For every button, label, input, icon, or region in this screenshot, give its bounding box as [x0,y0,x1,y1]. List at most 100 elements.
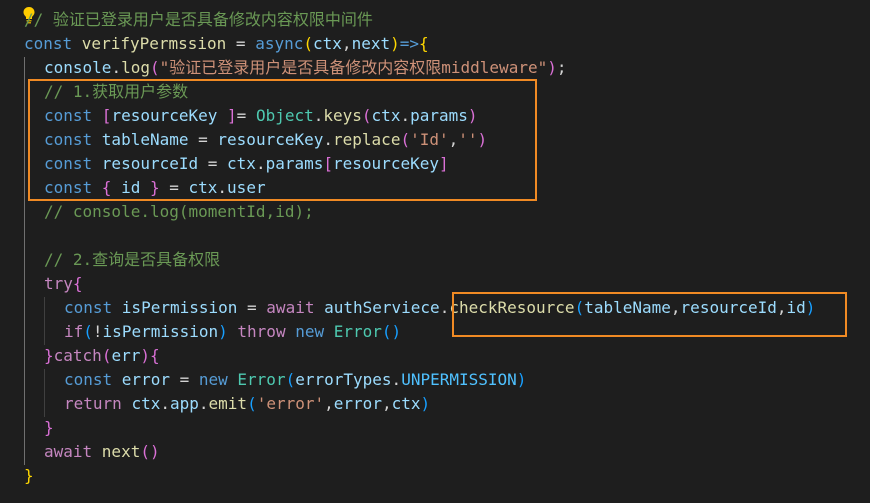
code-token: ) [420,394,431,413]
code-token: err [111,346,141,365]
code-token: = [198,154,228,173]
code-token: ctx [188,178,218,197]
code-line[interactable]: try{ [44,272,83,296]
code-line[interactable]: return ctx.app.emit('error',error,ctx) [64,392,430,416]
code-token: , [324,394,334,413]
code-token: resourceId [680,298,777,317]
code-token: replace [333,130,401,149]
code-line[interactable]: const { id } = ctx.user [44,176,266,200]
code-token: { [101,178,122,197]
code-token: { [419,34,429,53]
code-token: isPermission [121,298,238,317]
code-token: Error [333,322,382,341]
code-line[interactable]: const verifyPermssion = async(ctx,next)=… [24,32,429,56]
code-token: . [439,298,450,317]
code-token: [ [101,106,112,125]
code-line[interactable]: const resourceId = ctx.params[resourceKe… [44,152,449,176]
code-token: ) [218,322,238,341]
code-token: } [44,346,54,365]
code-token: ) [477,130,488,149]
code-token: ) [140,346,150,365]
code-token: // 1.获取用户参数 [44,82,189,101]
code-line[interactable]: if(!isPermission) throw new Error() [64,320,401,344]
code-token: ( [400,130,411,149]
code-token: params [265,154,324,173]
code-token: await [44,442,102,461]
code-token: resourceKey [111,106,218,125]
code-token: throw [237,322,296,341]
code-token: ( [285,370,296,389]
code-token: try [44,274,73,293]
code-token: app [169,394,199,413]
code-token: tableName [584,298,671,317]
code-token: console [44,58,112,77]
code-token: return [64,394,132,413]
code-token: ; [556,58,567,77]
code-token: = [237,298,267,317]
code-token: 'error' [256,394,325,413]
code-editor[interactable]: // 验证已登录用户是否具备修改内容权限中间件 const verifyPerms… [0,0,870,503]
code-token: next [351,34,391,53]
code-token: ) [467,106,478,125]
code-token: await [266,298,325,317]
code-token: ( [247,394,257,413]
code-line[interactable]: const isPermission = await authServiece.… [64,296,815,320]
code-token: errorTypes [295,370,392,389]
code-token: ) [516,370,527,389]
code-token: , [381,394,392,413]
code-token: resourceKey [333,154,439,173]
code-token: Object [255,106,314,125]
indent-guide [44,297,45,345]
code-line[interactable]: const tableName = resourceKey.replace('I… [44,128,487,152]
code-token: () [381,322,402,341]
code-token: const [44,130,102,149]
code-token: catch [53,346,102,365]
code-token: error [121,370,170,389]
code-token: ctx [131,394,161,413]
code-token: , [341,34,352,53]
code-token: ) [805,298,816,317]
code-token: 'Id' [410,130,449,149]
code-token: resourceKey [217,130,324,149]
code-token: const [64,298,122,317]
code-line[interactable]: } [24,464,34,488]
code-token: const [64,370,122,389]
code-token: '' [458,130,478,149]
code-token: // 2.查询是否具备权限 [44,250,221,269]
code-line[interactable]: // 验证已登录用户是否具备修改内容权限中间件 [24,8,373,32]
code-line[interactable]: // console.log(momentId,id); [44,200,314,224]
code-line[interactable]: const error = new Error(errorTypes.UNPER… [64,368,526,392]
code-line[interactable]: // 1.获取用户参数 [44,80,188,104]
code-token: ( [574,298,585,317]
code-line[interactable]: const [resourceKey ]= Object.keys(ctx.pa… [44,104,478,128]
code-token: ctx [227,154,256,173]
code-token: . [217,178,228,197]
code-token: . [323,130,334,149]
code-token: , [448,130,459,149]
code-token: ( [149,58,160,77]
code-line[interactable]: }catch(err){ [44,344,160,368]
code-token: . [400,106,411,125]
code-token: emit [208,394,248,413]
code-token: => [399,34,419,53]
code-line[interactable]: } [44,416,54,440]
code-line[interactable]: console.log("验证已登录用户是否具备修改内容权限middleware… [44,56,567,80]
code-token: = [188,130,218,149]
code-token: new [198,370,238,389]
code-token: checkResource [449,298,575,317]
code-token: params [410,106,468,125]
code-token: Error [237,370,286,389]
code-token: user [227,178,266,197]
code-token: . [255,154,266,173]
code-token: id [786,298,806,317]
code-token: const [44,178,102,197]
code-token: id [121,178,141,197]
code-token: , [776,298,787,317]
code-line[interactable]: await next() [44,440,160,464]
code-token: ( [303,34,314,53]
code-line[interactable]: // 2.查询是否具备权限 [44,248,220,272]
code-token: ] [217,106,237,125]
code-token: . [198,394,209,413]
code-token: // console.log(momentId,id); [44,202,314,221]
code-token: = [236,106,256,125]
